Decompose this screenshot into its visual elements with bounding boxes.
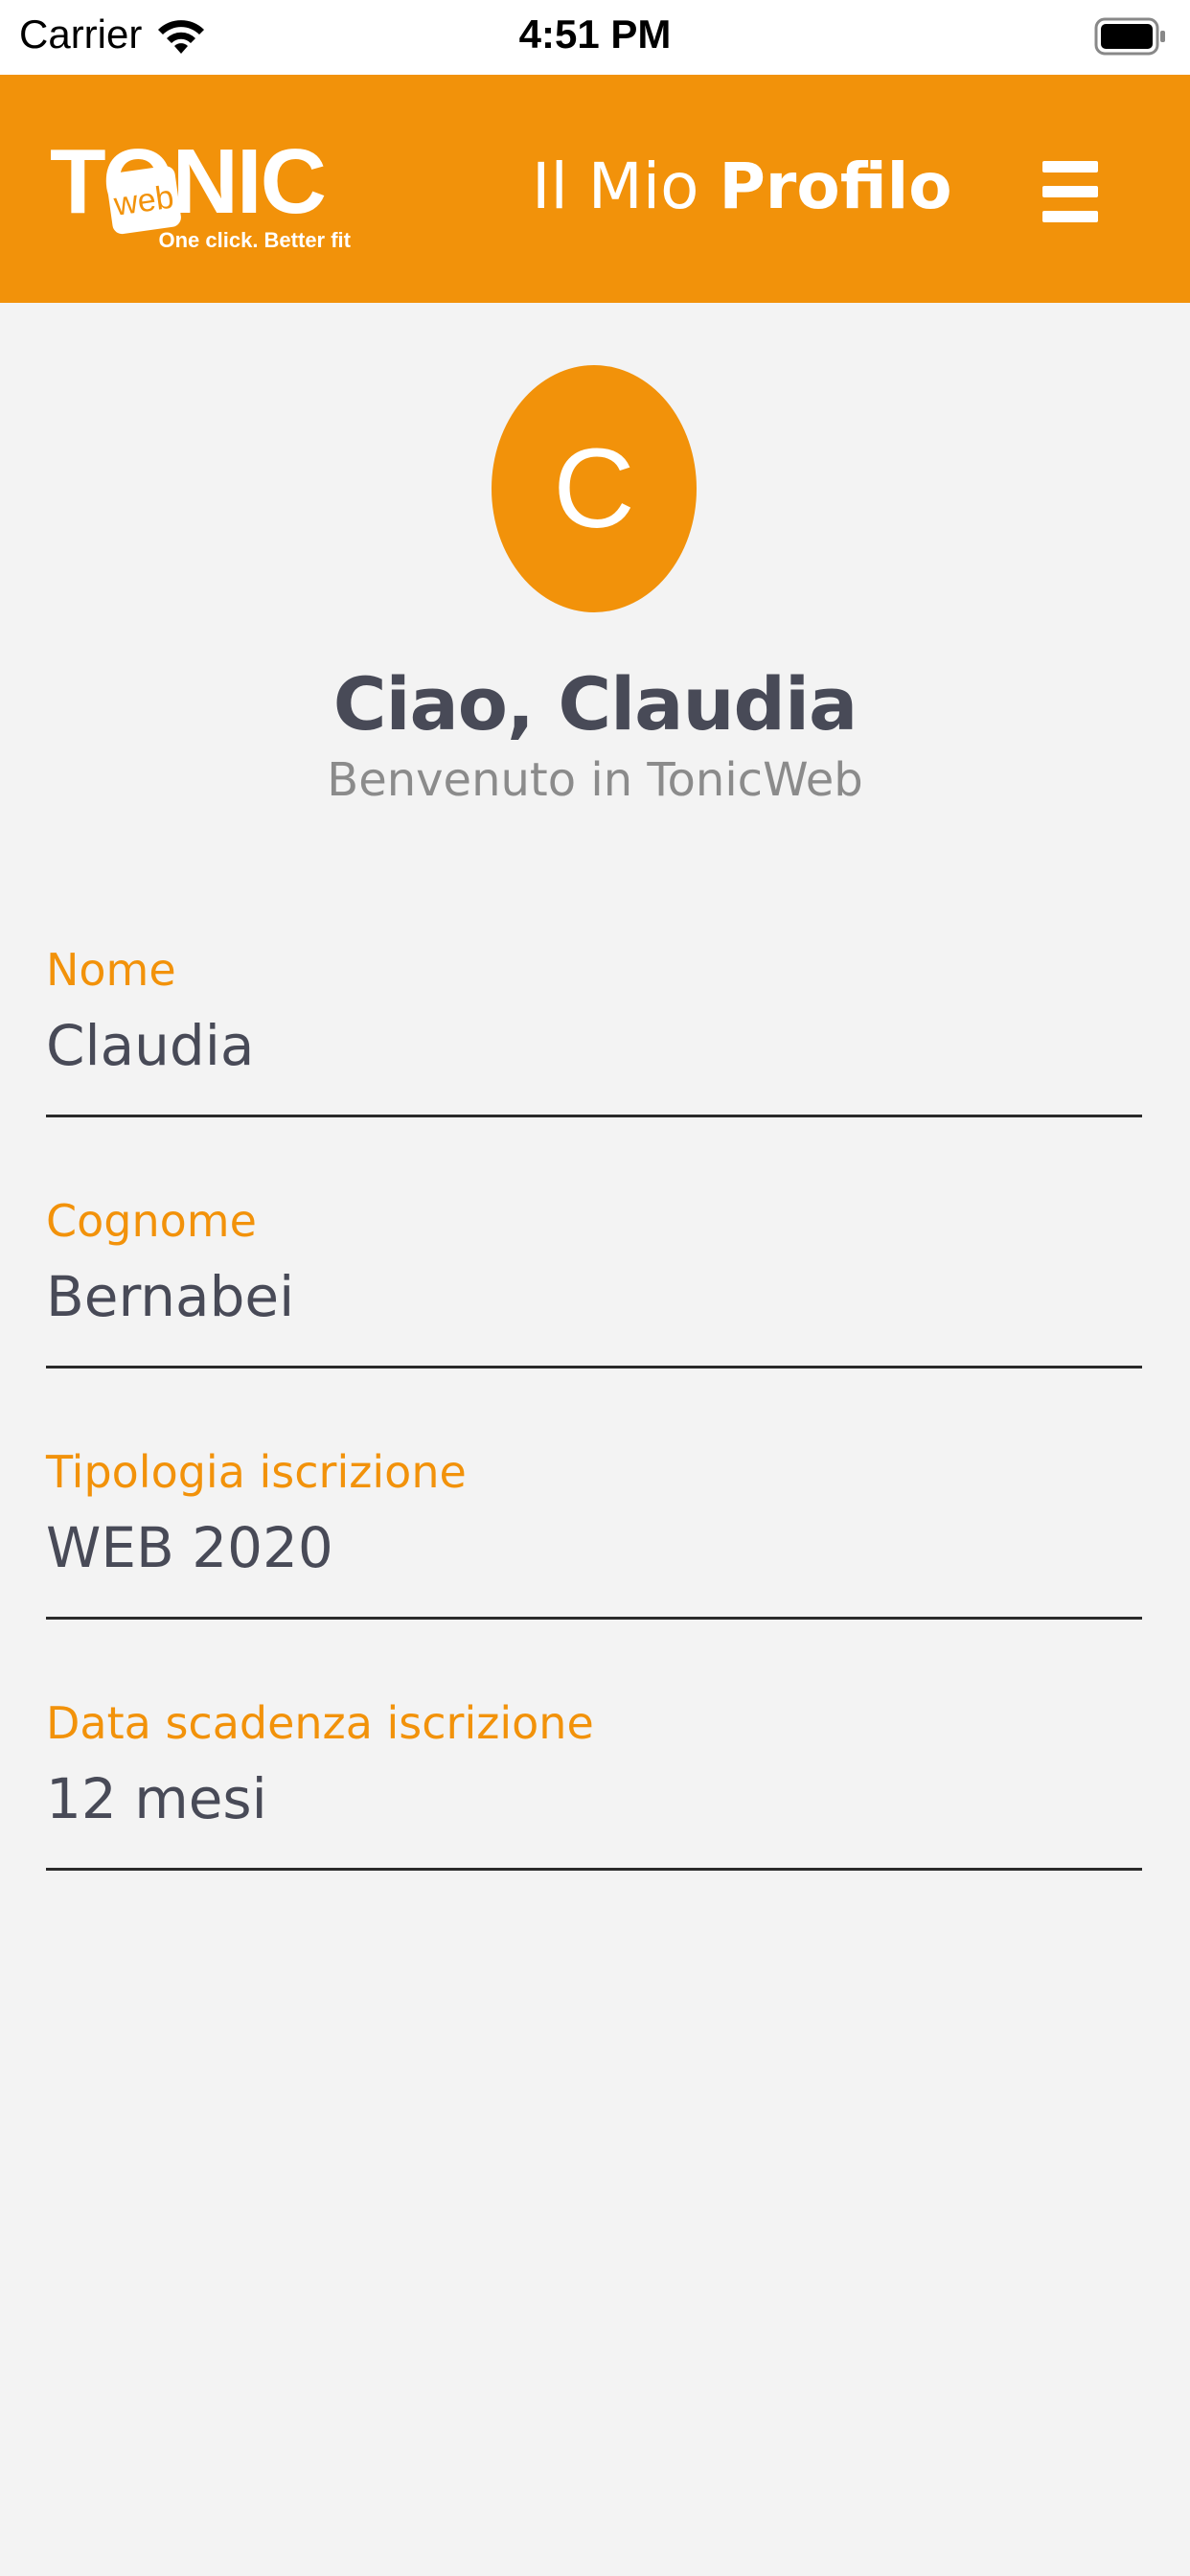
- tonic-web-logo[interactable]: TONIC web One click. Better fit: [46, 125, 362, 259]
- welcome-subtitle: Benvenuto in TonicWeb: [327, 753, 863, 807]
- page-title: Il Mio Profilo: [532, 144, 952, 230]
- avatar-initial: C: [553, 426, 635, 552]
- app-header: TONIC web One click. Better fit Il Mio P…: [0, 75, 1190, 303]
- field-tipologia-iscrizione[interactable]: Tipologia iscrizione WEB 2020: [46, 1446, 1142, 1653]
- field-value: Claudia: [46, 1013, 255, 1078]
- app-screen: Carrier 4:51 PM TONIC web One click. Bet…: [0, 0, 1190, 2576]
- field-label: Tipologia iscrizione: [46, 1446, 467, 1498]
- logo-text: TONIC: [50, 130, 325, 233]
- greeting-heading: Ciao, Claudia: [332, 661, 858, 747]
- field-underline: [46, 1617, 1142, 1620]
- field-value: 12 mesi: [46, 1766, 267, 1831]
- clock-label: 4:51 PM: [518, 12, 672, 57]
- field-label: Data scadenza iscrizione: [46, 1697, 594, 1749]
- field-cognome[interactable]: Cognome Bernabei: [46, 1195, 1142, 1402]
- field-nome[interactable]: Nome Claudia: [46, 944, 1142, 1151]
- field-value: Bernabei: [46, 1264, 295, 1329]
- hamburger-menu-icon[interactable]: [1027, 153, 1113, 234]
- field-label: Nome: [46, 944, 176, 996]
- menu-bar-bottom: [1042, 211, 1098, 222]
- field-data-scadenza-iscrizione[interactable]: Data scadenza iscrizione 12 mesi: [46, 1697, 1142, 1904]
- menu-bar-middle: [1042, 186, 1098, 197]
- menu-bar-top: [1042, 161, 1098, 172]
- logo-tagline: One click. Better fit: [158, 228, 351, 252]
- battery-icon: [1094, 17, 1165, 56]
- status-bar: Carrier 4:51 PM: [0, 0, 1190, 75]
- field-underline: [46, 1115, 1142, 1117]
- page-title-light: Il Mio: [532, 150, 699, 223]
- avatar: C: [492, 365, 697, 612]
- field-underline: [46, 1366, 1142, 1368]
- logo-mark: TONIC web One click. Better fit: [50, 130, 352, 252]
- field-value: WEB 2020: [46, 1515, 333, 1580]
- field-label: Cognome: [46, 1195, 257, 1247]
- field-underline: [46, 1868, 1142, 1871]
- page-title-bold: Profilo: [719, 150, 952, 223]
